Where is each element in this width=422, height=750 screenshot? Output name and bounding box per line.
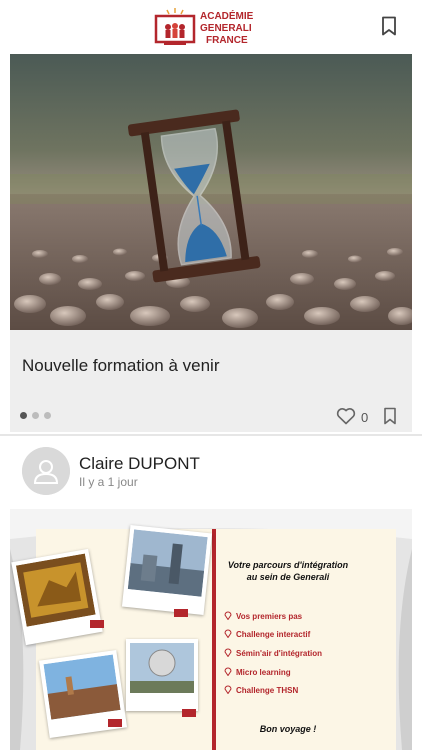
parcours-footer: Bon voyage ! xyxy=(259,724,317,734)
academie-generali-logo: ACADÉMIE GENERALI FRANCE xyxy=(154,8,254,46)
author-name[interactable]: Claire DUPONT xyxy=(79,454,200,474)
generali-mini-logo xyxy=(108,719,122,727)
feed-card-formation[interactable]: Nouvelle formation à venir 0 xyxy=(10,54,412,432)
user-icon xyxy=(22,447,70,495)
location-pin-icon xyxy=(224,648,232,657)
photo-venice-lion xyxy=(11,548,103,646)
hourglass-image xyxy=(10,54,412,330)
parcours-title-line1: Votre parcours d'intégration xyxy=(227,560,349,570)
app-header: ACADÉMIE GENERALI FRANCE xyxy=(0,0,422,54)
carousel-indicator xyxy=(20,412,51,419)
parcours-item: Micro learning xyxy=(236,668,291,677)
location-pin-icon xyxy=(224,667,232,676)
parcours-item: Challenge THSN xyxy=(236,686,299,695)
parcours-item: Challenge interactif xyxy=(236,630,311,639)
bookmark-icon[interactable] xyxy=(383,407,397,425)
card-title: Nouvelle formation à venir xyxy=(22,356,220,375)
parcours-item: Sémin'air d'intégration xyxy=(236,649,323,658)
post-timestamp: Il y a 1 jour xyxy=(79,475,138,489)
location-pin-icon xyxy=(224,629,232,638)
heart-icon[interactable] xyxy=(336,407,356,425)
parcours-title-line2: au sein de Generali xyxy=(246,572,330,582)
parcours-title: Votre parcours d'intégration au sein de … xyxy=(204,559,372,583)
location-pin-icon xyxy=(224,685,232,694)
logo-line-1: ACADÉMIE xyxy=(200,9,254,22)
feed-card-parcours[interactable]: Votre parcours d'intégration au sein de … xyxy=(10,509,412,750)
bookmark-icon[interactable] xyxy=(380,16,398,36)
carousel-dot[interactable] xyxy=(32,412,39,419)
generali-mini-logo xyxy=(174,609,188,617)
carousel-dot-active[interactable] xyxy=(20,412,27,419)
location-pin-icon xyxy=(224,611,232,620)
logo-line-3: FRANCE xyxy=(206,35,248,46)
feed-divider xyxy=(0,434,422,436)
photo-balloon xyxy=(126,639,198,711)
generali-mini-logo xyxy=(182,709,196,717)
photo-city-skyline xyxy=(121,524,213,616)
logo-line-2: GENERALI xyxy=(200,23,252,34)
carousel-dot[interactable] xyxy=(44,412,51,419)
like-count: 0 xyxy=(361,410,369,425)
parcours-item: Vos premiers pas xyxy=(236,612,303,621)
generali-mini-logo xyxy=(90,620,104,628)
avatar[interactable] xyxy=(22,447,70,495)
